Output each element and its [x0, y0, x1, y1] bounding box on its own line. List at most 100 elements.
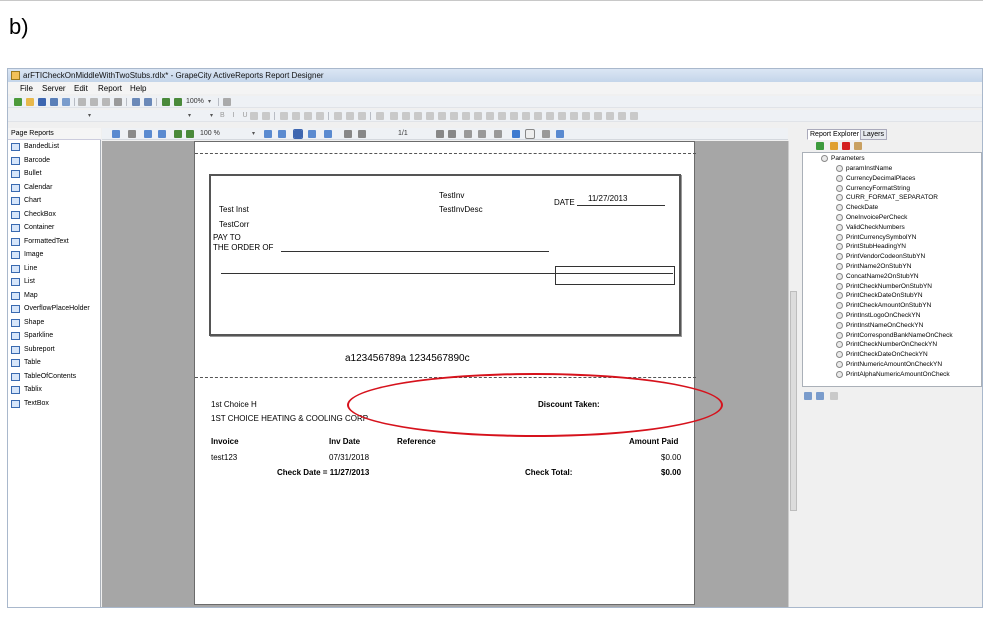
font-color-icon[interactable] [250, 112, 258, 120]
layout-tool-icon[interactable] [402, 112, 410, 120]
toolbox-item-table[interactable]: Table [11, 358, 99, 370]
chevron-down-icon[interactable]: ▾ [188, 112, 191, 119]
undo-icon[interactable] [132, 98, 140, 106]
copy-icon[interactable] [144, 130, 152, 138]
multipage-icon[interactable] [324, 130, 332, 138]
menu-file[interactable]: File [20, 84, 33, 93]
single-page-icon[interactable] [293, 129, 303, 139]
zoom-out-icon[interactable] [174, 130, 182, 138]
layout-tool-icon[interactable] [582, 112, 590, 120]
canvas-vertical-scrollbar[interactable] [788, 141, 798, 607]
tab-report-explorer[interactable]: Report Explorer [807, 129, 863, 140]
back-icon[interactable] [464, 130, 472, 138]
next-page-icon[interactable] [436, 130, 444, 138]
page-layout-icon[interactable] [112, 130, 120, 138]
toolbox-item-container[interactable]: Container [11, 223, 99, 235]
scrollbar-thumb[interactable] [790, 291, 797, 511]
data-source-icon[interactable] [854, 142, 862, 150]
toolbox-item-shape[interactable]: Shape [11, 318, 99, 330]
hand-tool-icon[interactable] [525, 129, 535, 139]
justify-icon[interactable] [316, 112, 324, 120]
fit-width-icon[interactable] [264, 130, 272, 138]
paste-icon[interactable] [102, 98, 110, 106]
menu-help[interactable]: Help [130, 84, 146, 93]
selection-icon[interactable] [542, 130, 550, 138]
toolbox-item-sparkline[interactable]: Sparkline [11, 331, 99, 343]
layout-tool-icon[interactable] [594, 112, 602, 120]
first-page-icon[interactable] [344, 130, 352, 138]
layout-tool-icon[interactable] [426, 112, 434, 120]
print-icon[interactable] [128, 130, 136, 138]
zoom-level[interactable]: 100% [186, 98, 204, 105]
zoom-in-icon[interactable] [186, 130, 194, 138]
fit-page-icon[interactable] [278, 130, 286, 138]
open-icon[interactable] [26, 98, 34, 106]
toolbox-item-formattedtext[interactable]: FormattedText [11, 237, 99, 249]
copy-icon[interactable] [90, 98, 98, 106]
outdent-icon[interactable] [358, 112, 366, 120]
edit-icon[interactable] [830, 142, 838, 150]
layout-tool-icon[interactable] [606, 112, 614, 120]
redo-icon[interactable] [144, 98, 152, 106]
cut-icon[interactable] [78, 98, 86, 106]
layout-tool-icon[interactable] [474, 112, 482, 120]
layout-tool-icon[interactable] [486, 112, 494, 120]
last-page-icon[interactable] [448, 130, 456, 138]
toolbox-item-image[interactable]: Image [11, 250, 99, 262]
layout-tool-icon[interactable] [414, 112, 422, 120]
fill-color-icon[interactable] [262, 112, 270, 120]
layout-tool-icon[interactable] [438, 112, 446, 120]
pan-icon[interactable] [223, 98, 231, 106]
menu-edit[interactable]: Edit [74, 84, 88, 93]
zoom-out-icon[interactable] [174, 98, 182, 106]
toolbox-item-overflowplaceholder[interactable]: OverflowPlaceHolder [11, 304, 99, 316]
bullets-icon[interactable] [334, 112, 342, 120]
add-icon[interactable] [816, 142, 824, 150]
menu-report[interactable]: Report [98, 84, 122, 93]
delete-icon[interactable] [114, 98, 122, 106]
toolbox-item-map[interactable]: Map [11, 291, 99, 303]
layout-tool-icon[interactable] [462, 112, 470, 120]
layout-tool-icon[interactable] [618, 112, 626, 120]
toolbox-item-tablix[interactable]: Tablix [11, 385, 99, 397]
previous-page-icon[interactable] [358, 130, 366, 138]
new-report-icon[interactable] [14, 98, 22, 106]
refresh-icon[interactable] [512, 130, 520, 138]
categorized-icon[interactable] [804, 392, 812, 400]
chevron-down-icon[interactable]: ▾ [210, 112, 213, 119]
layout-tool-icon[interactable] [558, 112, 566, 120]
toolbox-item-bandedlist[interactable]: BandedList [11, 142, 99, 154]
preview-zoom-level[interactable]: 100 % [200, 130, 220, 137]
tab-layers[interactable]: Layers [860, 129, 888, 140]
alphabetical-icon[interactable] [816, 392, 824, 400]
save-icon[interactable] [38, 98, 46, 106]
toolbox-item-list[interactable]: List [11, 277, 99, 289]
toolbox-item-bullet[interactable]: Bullet [11, 169, 99, 181]
toolbox-item-tableofcontents[interactable]: TableOfContents [11, 372, 99, 384]
chevron-down-icon[interactable]: ▾ [88, 112, 91, 119]
align-right-icon[interactable] [304, 112, 312, 120]
layout-tool-icon[interactable] [546, 112, 554, 120]
layout-tool-icon[interactable] [522, 112, 530, 120]
layout-tool-icon[interactable] [570, 112, 578, 120]
page-indicator[interactable]: 1/1 [398, 130, 408, 137]
layout-tool-icon[interactable] [450, 112, 458, 120]
toolbox-item-checkbox[interactable]: CheckBox [11, 210, 99, 222]
toolbox-item-subreport[interactable]: Subreport [11, 345, 99, 357]
export-icon[interactable] [556, 130, 564, 138]
chevron-down-icon[interactable]: ▾ [208, 98, 211, 105]
layout-tool-icon[interactable] [510, 112, 518, 120]
toolbox-item-chart[interactable]: Chart [11, 196, 99, 208]
layout-tool-icon[interactable] [630, 112, 638, 120]
layout-icon[interactable] [62, 98, 70, 106]
align-left-icon[interactable] [280, 112, 288, 120]
menu-server[interactable]: Server [42, 84, 66, 93]
layout-tool-icon[interactable] [498, 112, 506, 120]
indent-icon[interactable] [346, 112, 354, 120]
property-pages-icon[interactable] [830, 392, 838, 400]
find-icon[interactable] [158, 130, 166, 138]
toolbox-item-barcode[interactable]: Barcode [11, 156, 99, 168]
layout-tool-icon[interactable] [390, 112, 398, 120]
continuous-icon[interactable] [308, 130, 316, 138]
toolbox-item-textbox[interactable]: TextBox [11, 399, 99, 411]
